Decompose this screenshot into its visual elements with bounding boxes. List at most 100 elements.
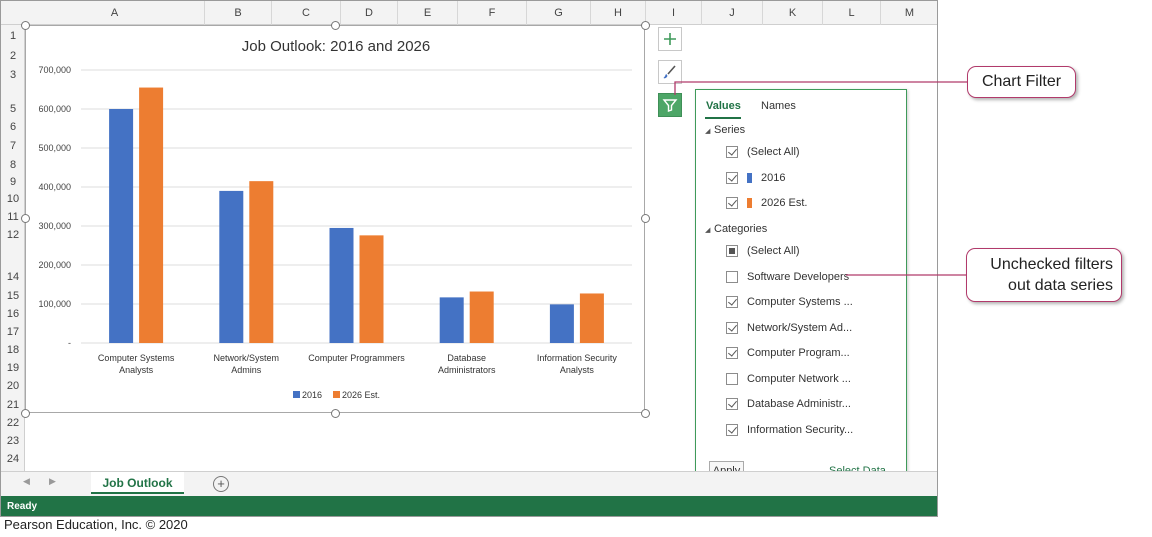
category-filter-item[interactable]: Information Security... (726, 423, 853, 437)
row-header-1[interactable]: 1 (1, 30, 25, 42)
row-header-15[interactable]: 15 (1, 290, 25, 302)
tab-active-underline (705, 117, 741, 119)
row-header-3[interactable]: 3 (1, 69, 25, 81)
category-filter-item[interactable]: Computer Program... (726, 346, 850, 360)
column-chart: Job Outlook: 2016 and 2026 - 100,000 200,00… (38, 38, 632, 400)
category-filter-label: Computer Network ... (747, 372, 851, 385)
category-filter-checkbox[interactable] (726, 321, 738, 334)
series-filter-checkbox[interactable] (726, 146, 738, 158)
series-filter-checkbox[interactable] (726, 197, 738, 209)
chart-area[interactable]: Job Outlook: 2016 and 2026 - 100,000 200,00… (21, 21, 650, 418)
y-tick-label: 200,000 (38, 260, 71, 270)
resize-handle-right[interactable] (641, 214, 650, 223)
row-header-23[interactable]: 23 (1, 435, 25, 447)
series-filter-checkbox[interactable] (726, 171, 738, 184)
column-header-c[interactable]: C (272, 1, 341, 25)
column-header-i[interactable]: I (646, 1, 702, 25)
resize-handle-top-right[interactable] (641, 21, 650, 30)
chart-filter-button[interactable] (658, 93, 682, 117)
category-filter-label: Network/System Ad... (747, 321, 853, 334)
bar-2016-1 (219, 190, 244, 343)
row-header-18[interactable]: 18 (1, 344, 25, 356)
category-filter-checkbox[interactable] (726, 245, 738, 257)
column-header-g[interactable]: G (527, 1, 591, 25)
column-header-e[interactable]: E (398, 1, 458, 25)
collapse-categories-icon[interactable]: ◢ (705, 226, 710, 234)
callout-unchecked-filters: Unchecked filters out data series (966, 248, 1122, 302)
prev-sheet-icon[interactable]: ◀ (23, 476, 30, 487)
row-header-7[interactable]: 7 (1, 140, 25, 152)
category-filter-item[interactable]: Computer Systems ... (726, 295, 853, 309)
row-header-19[interactable]: 19 (1, 362, 25, 374)
categories-section-title: Categories (714, 223, 768, 235)
collapse-series-icon[interactable]: ◢ (705, 127, 710, 135)
row-header-20[interactable]: 20 (1, 380, 25, 392)
resize-handle-top-left[interactable] (21, 21, 30, 30)
category-filter-checkbox[interactable] (726, 270, 738, 283)
series-filter-item[interactable]: 2016 (726, 171, 785, 185)
column-header-l[interactable]: L (823, 1, 881, 25)
column-header-bar: ABCDEFGHIJKLM (1, 1, 937, 25)
resize-handle-bottom[interactable] (331, 409, 340, 418)
sheet-tab-job-outlook[interactable]: Job Outlook (91, 472, 184, 494)
series-filter-item[interactable]: 2026 Est. (726, 196, 807, 210)
next-sheet-icon[interactable]: ▶ (49, 476, 56, 487)
resize-handle-bottom-left[interactable] (21, 409, 30, 418)
category-filter-checkbox[interactable] (726, 347, 738, 359)
column-header-m[interactable]: M (881, 1, 937, 25)
series-section-title: Series (714, 124, 746, 136)
row-header-2[interactable]: 2 (1, 50, 25, 62)
column-header-k[interactable]: K (763, 1, 823, 25)
tab-names[interactable]: Names (761, 100, 796, 112)
category-filter-checkbox[interactable] (726, 296, 738, 308)
row-header-14[interactable]: 14 (1, 271, 25, 283)
resize-handle-bottom-right[interactable] (641, 409, 650, 418)
row-header-24[interactable]: 24 (1, 453, 25, 465)
column-header-a[interactable]: A (25, 1, 205, 25)
x-category-label: Computer Systems (98, 353, 175, 363)
row-header-8[interactable]: 8 (1, 159, 25, 171)
category-filter-checkbox[interactable] (726, 398, 738, 410)
y-tick-label: 400,000 (38, 182, 71, 192)
series-filter-item[interactable]: (Select All) (726, 145, 800, 159)
row-header-12[interactable]: 12 (1, 229, 25, 241)
legend-swatch (333, 391, 340, 398)
filter-icon (662, 99, 678, 112)
chart-elements-button[interactable] (658, 27, 682, 51)
row-header-10[interactable]: 10 (1, 193, 25, 205)
category-filter-label: Information Security... (747, 423, 854, 436)
category-filter-item[interactable]: Database Administr... (726, 397, 851, 411)
category-filter-checkbox[interactable] (726, 372, 738, 385)
resize-handle-left[interactable] (21, 214, 30, 223)
category-filter-item[interactable]: Software Developers (726, 270, 849, 284)
bar-2016-4 (549, 304, 574, 343)
row-header-16[interactable]: 16 (1, 308, 25, 320)
category-filter-item[interactable]: Network/System Ad... (726, 321, 852, 335)
row-header-9[interactable]: 9 (1, 176, 25, 188)
column-header-h[interactable]: H (591, 1, 646, 25)
chart-filter-panel: Values Names ◢ Series (Select All) 2016 20… (695, 89, 907, 489)
row-header-17[interactable]: 17 (1, 326, 25, 338)
series-filter-label: 2026 Est. (761, 197, 808, 209)
callout-line-1: Unchecked filters (990, 256, 1113, 273)
row-header-22[interactable]: 22 (1, 417, 25, 429)
brush-icon (663, 65, 676, 79)
row-header-5[interactable]: 5 (1, 103, 25, 115)
add-sheet-icon[interactable]: + (213, 476, 229, 492)
chart-styles-button[interactable] (658, 60, 682, 84)
category-filter-checkbox[interactable] (726, 423, 738, 436)
plus-icon (664, 33, 676, 45)
category-filter-item[interactable]: Computer Network ... (726, 372, 851, 386)
column-header-f[interactable]: F (458, 1, 527, 25)
bar-2016-3 (439, 297, 464, 343)
column-header-b[interactable]: B (205, 1, 272, 25)
bar-2026-0 (139, 87, 164, 343)
category-filter-item[interactable]: (Select All) (726, 244, 800, 258)
column-header-j[interactable]: J (702, 1, 763, 25)
tab-values[interactable]: Values (706, 100, 741, 112)
row-header-21[interactable]: 21 (1, 399, 25, 411)
column-header-d[interactable]: D (341, 1, 398, 25)
row-header-6[interactable]: 6 (1, 121, 25, 133)
bar-2026-2 (359, 235, 384, 343)
resize-handle-top[interactable] (331, 21, 340, 30)
